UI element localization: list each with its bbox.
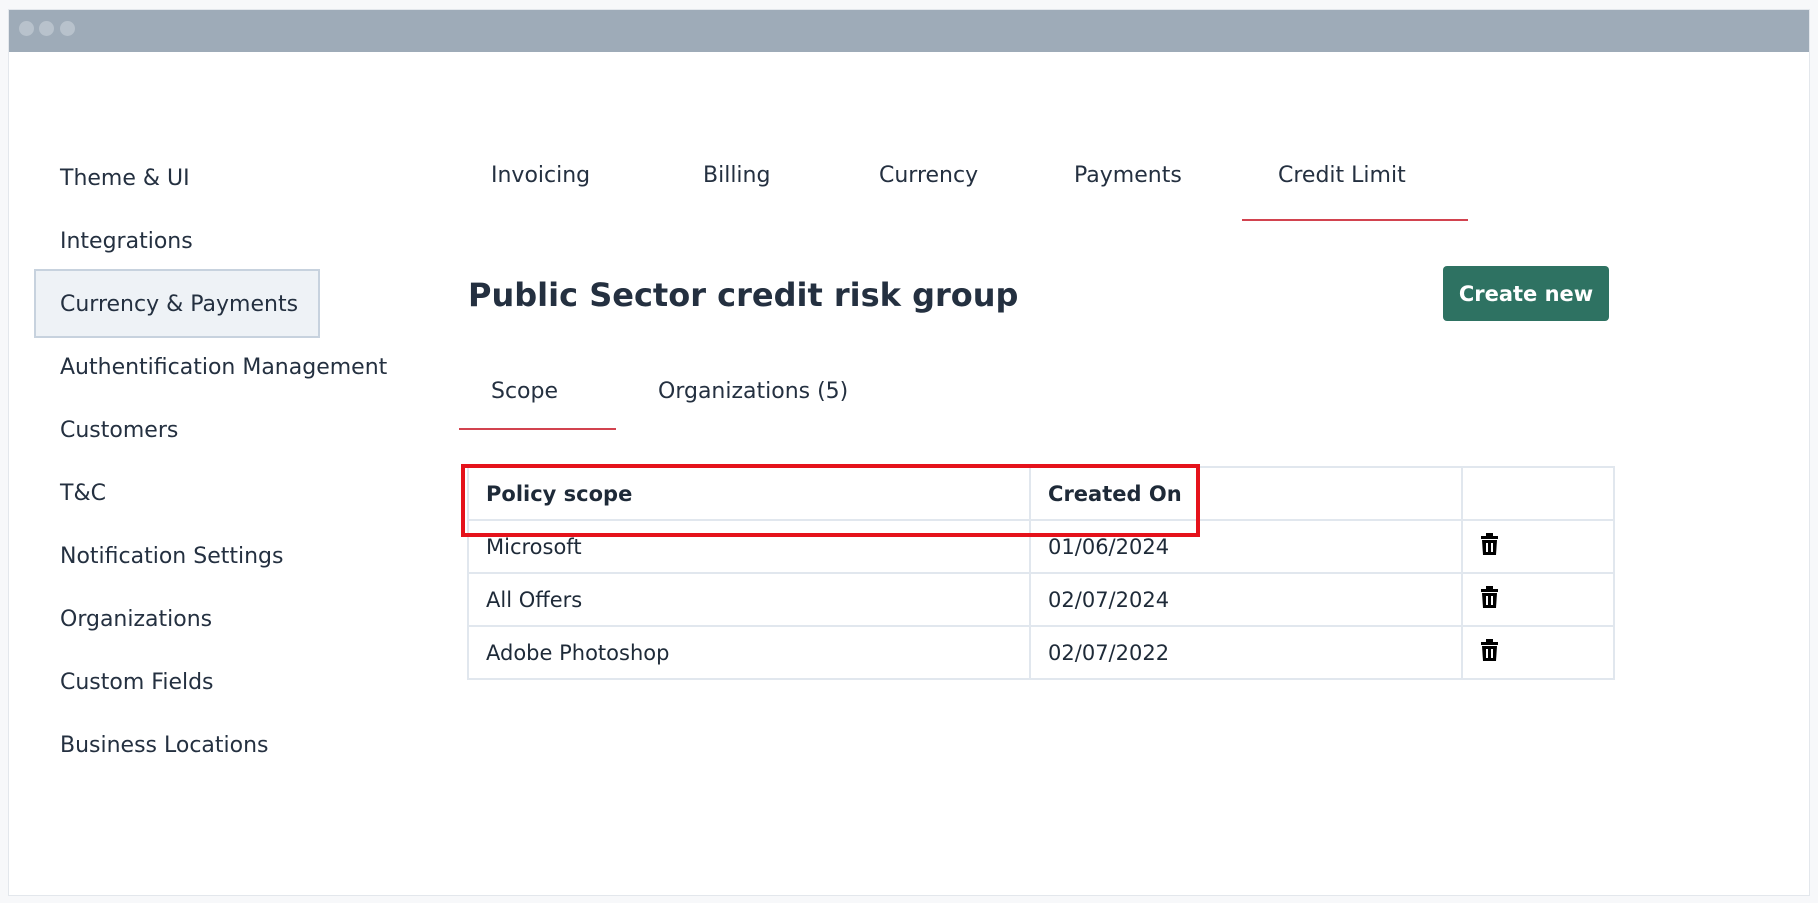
sidebar-item-integrations[interactable]: Integrations (34, 210, 334, 273)
cell-created-on: 01/06/2024 (1029, 519, 1464, 574)
policy-subtabs: Scope Organizations (5) (450, 372, 950, 430)
tab-credit-limit[interactable]: Credit Limit (1278, 146, 1406, 221)
cell-policy-scope: Microsoft (466, 519, 1032, 574)
sidebar-item-business-locations[interactable]: Business Locations (34, 714, 334, 777)
page-title: Public Sector credit risk group (468, 276, 1019, 314)
trash-icon[interactable] (1480, 586, 1499, 613)
active-subtab-indicator (459, 428, 616, 430)
window-dot-icon (39, 21, 54, 36)
active-tab-indicator (1242, 219, 1468, 221)
column-header-actions (1461, 466, 1615, 521)
cell-policy-scope: All Offers (466, 572, 1032, 627)
cell-created-on: 02/07/2022 (1029, 625, 1464, 680)
window-dot-icon (19, 21, 34, 36)
sidebar-item-customers[interactable]: Customers (34, 399, 334, 462)
cell-actions (1461, 572, 1615, 627)
trash-icon[interactable] (1480, 533, 1499, 560)
cell-created-on: 02/07/2024 (1029, 572, 1464, 627)
subtab-organizations[interactable]: Organizations (5) (658, 372, 848, 430)
tab-billing[interactable]: Billing (703, 146, 770, 221)
table-header-row: Policy scope Created On (466, 466, 1615, 521)
sidebar-item-authentification-management[interactable]: Authentification Management (34, 336, 387, 399)
settings-tabs: Invoicing Billing Currency Payments Cred… (450, 146, 1470, 221)
tab-currency[interactable]: Currency (879, 146, 978, 221)
cell-policy-scope: Adobe Photoshop (466, 625, 1032, 680)
column-header-policy-scope: Policy scope (466, 466, 1032, 521)
cell-actions (1461, 625, 1615, 680)
sidebar-item-custom-fields[interactable]: Custom Fields (34, 651, 334, 714)
tab-payments[interactable]: Payments (1074, 146, 1182, 221)
trash-icon[interactable] (1480, 639, 1499, 666)
column-header-created-on: Created On (1029, 466, 1464, 521)
cell-actions (1461, 519, 1615, 574)
table-row: All Offers 02/07/2024 (466, 572, 1615, 627)
sidebar-item-notification-settings[interactable]: Notification Settings (34, 525, 334, 588)
subtab-scope[interactable]: Scope (491, 372, 558, 430)
tab-invoicing[interactable]: Invoicing (491, 146, 590, 221)
window-dot-icon (60, 21, 75, 36)
table-row: Microsoft 01/06/2024 (466, 519, 1615, 574)
sidebar-item-tc[interactable]: T&C (34, 462, 334, 525)
window-titlebar (9, 10, 1809, 52)
table-row: Adobe Photoshop 02/07/2022 (466, 625, 1615, 680)
sidebar-item-currency-payments[interactable]: Currency & Payments (34, 269, 320, 338)
sidebar-item-organizations[interactable]: Organizations (34, 588, 334, 651)
sidebar-item-theme-ui[interactable]: Theme & UI (34, 147, 334, 210)
create-new-button[interactable]: Create new (1443, 266, 1609, 321)
policy-scope-table: Policy scope Created On Microsoft 01/06/… (466, 466, 1615, 680)
